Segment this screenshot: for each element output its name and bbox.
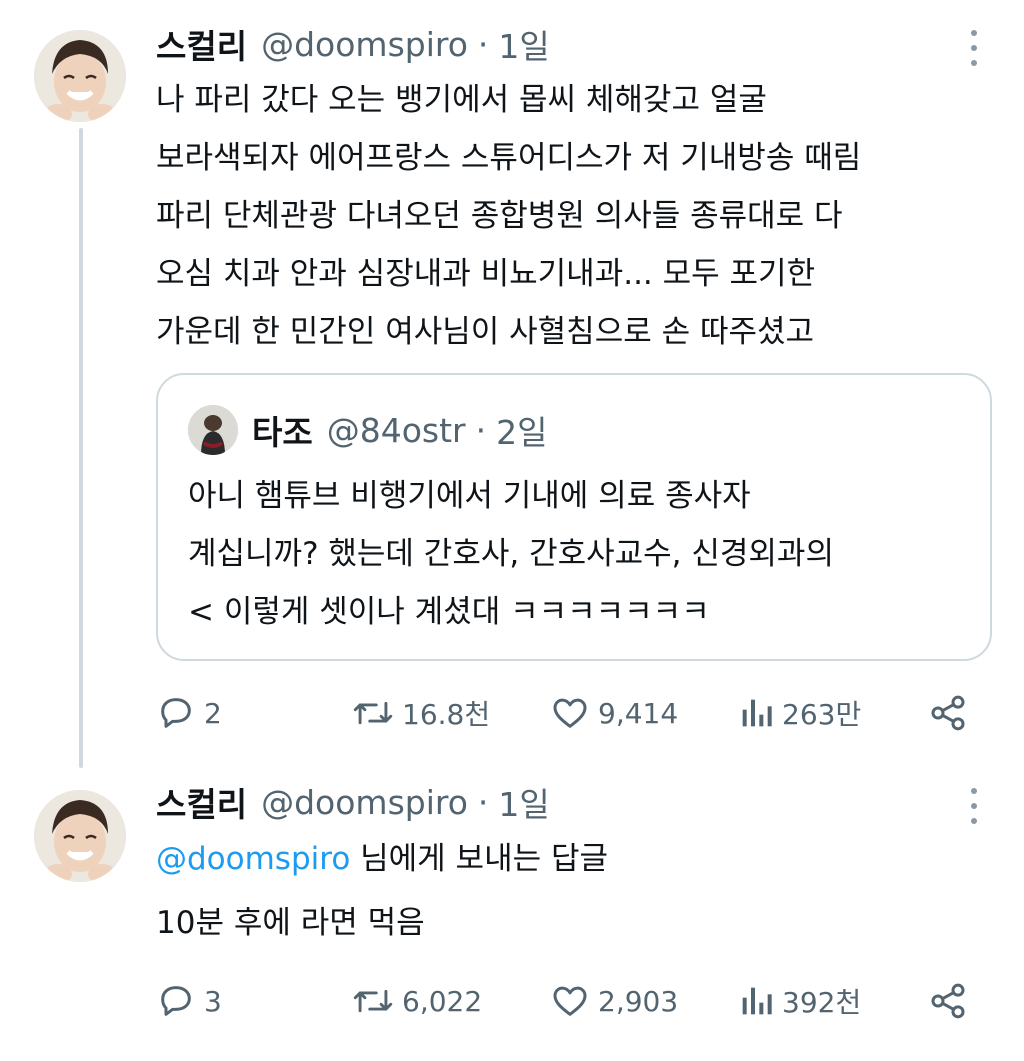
- reply-button[interactable]: 2: [156, 688, 222, 738]
- quote-text-line: 아니 햄튜브 비행기에서 기내에 의료 종사자: [188, 478, 751, 514]
- reply-icon: [161, 698, 191, 728]
- reply-count: 2: [204, 696, 222, 730]
- tweet-text-line: 10분 후에 라면 먹음: [156, 905, 425, 941]
- tweet-text: 나 파리 갔다 오는 뱅기에서 몹씨 체해갖고 얼굴 보라색되자 에어프랑스 스…: [156, 71, 996, 361]
- avatar[interactable]: [34, 30, 126, 122]
- timestamp[interactable]: 1일: [498, 778, 549, 826]
- tweet-header: 스컬리 @doomspiro · 1일: [156, 778, 550, 826]
- retweet-icon: [353, 989, 393, 1013]
- views-count: 392천: [782, 986, 862, 1019]
- retweet-icon: [353, 701, 393, 725]
- share-icon: [931, 983, 965, 1019]
- separator-dot: ·: [477, 782, 489, 822]
- display-name[interactable]: 스컬리: [156, 20, 247, 68]
- views-icon: [742, 987, 772, 1015]
- tweet-text-line: 오심 치과 안과 심장내과 비뇨기내과... 모두 포기한: [156, 256, 816, 292]
- quote-timestamp: 2일: [496, 413, 548, 452]
- quote-user-handle: @84ostr: [326, 410, 466, 450]
- tweet-text-line: 보라색되자 에어프랑스 스튜어디스가 저 기내방송 때림: [156, 140, 862, 176]
- retweet-button[interactable]: 6,022: [352, 976, 482, 1026]
- action-bar: 2 16.8천 9,414 263만: [156, 688, 976, 738]
- like-icon: [553, 986, 587, 1016]
- retweet-count: 16.8천: [402, 698, 491, 731]
- retweet-button[interactable]: 16.8천: [352, 688, 490, 738]
- reply-button[interactable]: 3: [156, 976, 222, 1026]
- thread-connector-line: [79, 128, 83, 768]
- user-handle[interactable]: @doomspiro: [261, 783, 468, 822]
- quote-display-name: 타조: [252, 413, 313, 452]
- quoted-tweet[interactable]: 타조 @84ostr · 2일 아니 햄튜브 비행기에서 기내에 의료 종사자 …: [156, 373, 992, 661]
- like-button[interactable]: 9,414: [550, 688, 678, 738]
- retweet-count: 6,022: [402, 984, 483, 1018]
- views-button[interactable]: 263만: [738, 688, 861, 738]
- more-icon[interactable]: [970, 30, 978, 66]
- separator-dot: ·: [475, 410, 487, 450]
- tweet-text: @doomspiro 님에게 보내는 답글 10분 후에 라면 먹음: [156, 830, 996, 952]
- share-button[interactable]: [928, 976, 976, 1026]
- tweet-text-line: 나 파리 갔다 오는 뱅기에서 몹씨 체해갖고 얼굴: [156, 82, 767, 118]
- separator-dot: ·: [477, 24, 489, 64]
- quote-text-line: 계십니까? 했는데 간호사, 간호사교수, 신경외과의: [188, 536, 834, 572]
- quote-avatar[interactable]: [188, 405, 238, 455]
- action-bar: 3 6,022 2,903 392천: [156, 976, 976, 1026]
- reply-context-suffix: 님에게 보내는 답글: [350, 841, 609, 877]
- tweet-header: 스컬리 @doomspiro · 1일: [156, 20, 550, 68]
- timestamp[interactable]: 1일: [498, 20, 549, 68]
- share-icon: [931, 695, 965, 731]
- reply-context: @doomspiro 님에게 보내는 답글: [156, 830, 996, 888]
- like-button[interactable]: 2,903: [550, 976, 678, 1026]
- quote-text-line: < 이렇게 셋이나 계셨대 ㅋㅋㅋㅋㅋㅋㅋ: [188, 594, 710, 630]
- more-icon[interactable]: [970, 788, 978, 824]
- reply-icon: [161, 986, 191, 1016]
- quote-text: 아니 햄튜브 비행기에서 기내에 의료 종사자 계십니까? 했는데 간호사, 간…: [188, 467, 978, 641]
- tweet-text-line: 파리 단체관광 다녀오던 종합병원 의사들 종류대로 다: [156, 198, 843, 234]
- share-button[interactable]: [928, 688, 976, 738]
- like-count: 9,414: [598, 696, 679, 730]
- avatar[interactable]: [34, 790, 126, 882]
- like-count: 2,903: [598, 984, 679, 1018]
- user-handle[interactable]: @doomspiro: [261, 25, 468, 64]
- like-icon: [553, 698, 587, 728]
- tweet-text-line: 가운데 한 민간인 여사님이 사혈침으로 손 따주셨고: [156, 314, 815, 350]
- views-count: 263만: [782, 698, 862, 731]
- reply-mention-link[interactable]: @doomspiro: [156, 841, 350, 877]
- views-button[interactable]: 392천: [738, 976, 861, 1026]
- quote-header: 타조 @84ostr · 2일: [252, 405, 547, 455]
- display-name[interactable]: 스컬리: [156, 778, 247, 826]
- reply-count: 3: [204, 984, 222, 1018]
- views-icon: [742, 699, 772, 727]
